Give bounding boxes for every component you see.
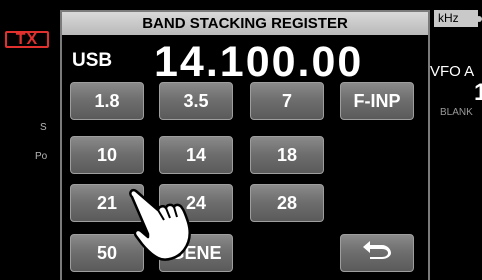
vfo-number: 1 xyxy=(474,79,482,106)
band-button-24[interactable]: 24 xyxy=(159,184,233,222)
band-stacking-dialog: BAND STACKING REGISTER USB 14.100.00 1.8… xyxy=(60,10,430,280)
dialog-title: BAND STACKING REGISTER xyxy=(62,12,428,35)
back-button[interactable] xyxy=(340,234,414,272)
band-button-14[interactable]: 14 xyxy=(159,136,233,174)
return-icon xyxy=(360,236,394,272)
band-button-1-8[interactable]: 1.8 xyxy=(70,82,144,120)
band-button-21[interactable]: 21 xyxy=(70,184,144,222)
vfo-label: VFO A xyxy=(430,63,475,80)
band-button-50[interactable]: 50 xyxy=(70,234,144,272)
tx-indicator: TX xyxy=(5,31,49,48)
band-button-7[interactable]: 7 xyxy=(250,82,324,120)
frequency-display: 14.100.00 xyxy=(154,38,364,86)
band-button-3-5[interactable]: 3.5 xyxy=(159,82,233,120)
blank-label: BLANK xyxy=(440,107,473,118)
f-inp-button[interactable]: F-INP xyxy=(340,82,414,120)
left-status-column: TX S Po xyxy=(0,0,62,280)
khz-tag: kHz xyxy=(434,10,482,27)
s-meter-label: S xyxy=(40,122,47,133)
band-button-28[interactable]: 28 xyxy=(250,184,324,222)
mode-display: USB xyxy=(72,50,113,71)
right-status-column: kHz VFO A 1 BLANK xyxy=(430,0,482,280)
po-meter-label: Po xyxy=(35,151,48,162)
band-button-18[interactable]: 18 xyxy=(250,136,324,174)
gene-button[interactable]: GENE xyxy=(159,234,233,272)
band-button-10[interactable]: 10 xyxy=(70,136,144,174)
